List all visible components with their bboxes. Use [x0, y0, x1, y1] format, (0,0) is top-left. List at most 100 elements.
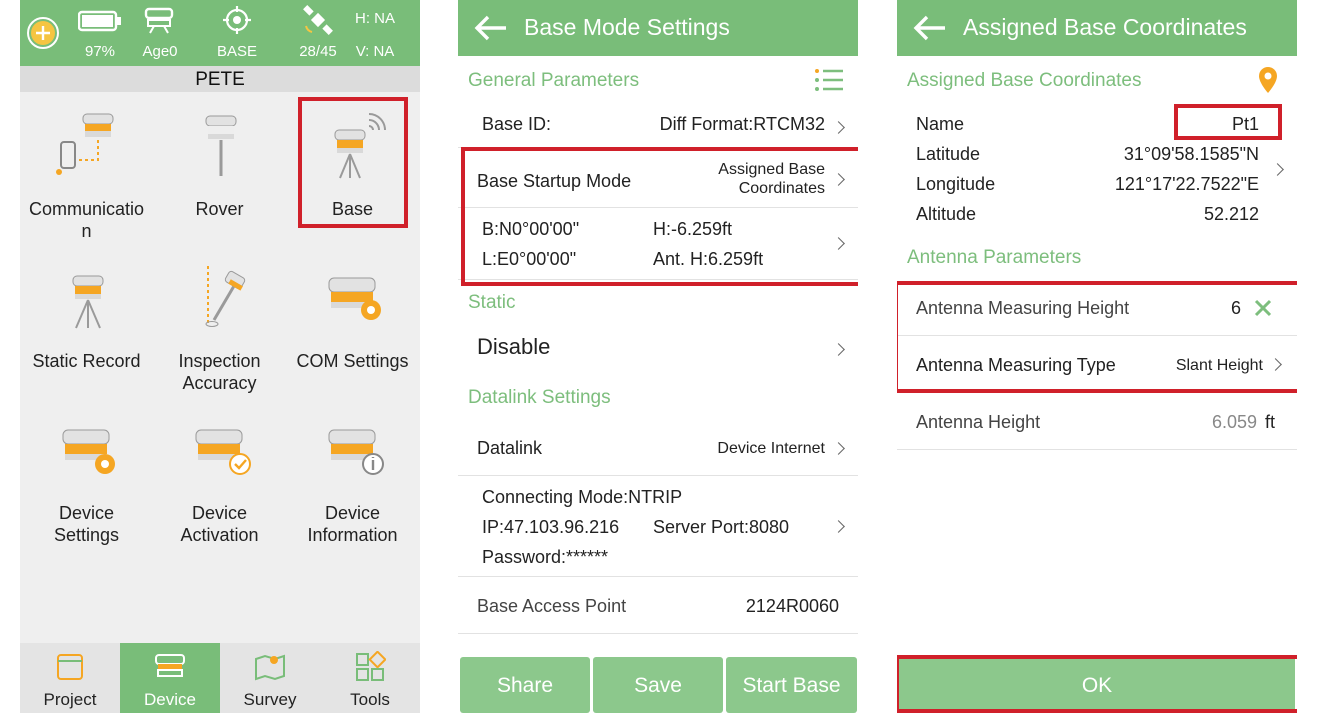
- section-antenna-parameters: Antenna Parameters: [907, 247, 1082, 268]
- com-settings-icon: [328, 277, 381, 320]
- chevron-right-icon: [832, 343, 845, 356]
- tile-communication[interactable]: Communicatio n: [20, 96, 153, 248]
- tile-label: Communicatio n: [28, 199, 145, 241]
- tile-device-settings[interactable]: Device Settings: [20, 400, 153, 552]
- longitude-label: Longitude: [916, 174, 996, 194]
- tile-label: Inspection Accuracy: [178, 351, 261, 393]
- nav-tools[interactable]: Tools: [320, 643, 420, 713]
- datalink-row[interactable]: Datalink Device Internet: [458, 420, 858, 476]
- antenna-measuring-height-row[interactable]: Antenna Measuring Height 6: [897, 280, 1297, 336]
- age-label: Age0: [142, 43, 178, 60]
- tile-base[interactable]: Base: [286, 96, 419, 248]
- server-port-value: Server Port:8080: [653, 517, 790, 537]
- chevron-right-icon: [832, 173, 845, 186]
- base-id-label: Base ID:: [482, 114, 552, 134]
- survey-map-icon: [255, 654, 285, 681]
- section-general-parameters: General Parameters: [468, 70, 640, 91]
- chevron-right-icon: [1271, 163, 1284, 176]
- nav-label: Project: [43, 690, 97, 709]
- altitude-label: Altitude: [916, 204, 977, 224]
- coordinates-block[interactable]: Name Pt1 Latitude 31°09'58.1585"N Longit…: [897, 102, 1297, 232]
- satellite-icon: [303, 5, 333, 35]
- base-access-point-row[interactable]: Base Access Point 2124R0060: [458, 578, 858, 634]
- chevron-right-icon: [1269, 358, 1282, 371]
- antenna-height-label: Antenna Height: [916, 412, 1041, 432]
- tile-label: Base: [331, 199, 374, 219]
- tile-label: Device Settings: [53, 503, 120, 545]
- chevron-right-icon: [832, 121, 845, 134]
- antenna-measuring-type-value: Slant Height: [1175, 357, 1263, 374]
- antenna-height-row: Antenna Height 6.059 ft: [897, 394, 1297, 450]
- status-bar: 97% Age0 BASE 28/45 H: NA V: NA: [20, 0, 420, 66]
- chevron-right-icon: [832, 442, 845, 455]
- base-access-point-label: Base Access Point: [477, 596, 627, 616]
- startup-mode-value-line1: Assigned Base: [718, 161, 825, 178]
- base-access-point-value: 2124R0060: [745, 596, 839, 616]
- gps-target-icon: [223, 6, 251, 34]
- nav-label: Device: [144, 690, 196, 709]
- rover-icon: [205, 115, 237, 176]
- start-base-button[interactable]: Start Base: [726, 657, 857, 713]
- base-coordinates-row[interactable]: B:N0°00'00" L:E0°00'00" H:-6.259ft Ant. …: [458, 208, 858, 280]
- password-value: Password:******: [482, 547, 609, 567]
- clear-x-icon[interactable]: [1253, 298, 1273, 318]
- ok-button[interactable]: OK: [899, 657, 1295, 713]
- tile-label: Rover: [195, 199, 244, 219]
- antenna-height-value: 6.059: [1211, 412, 1257, 432]
- base-icon: [334, 113, 386, 179]
- list-icon[interactable]: [814, 68, 844, 92]
- device-settings-icon: [62, 429, 115, 474]
- add-icon[interactable]: [26, 16, 60, 50]
- name-label: Name: [916, 114, 965, 134]
- base-l-value: L:E0°00'00": [482, 249, 577, 269]
- startup-mode-value-line2: Coordinates: [738, 180, 825, 197]
- connecting-mode-value: Connecting Mode:NTRIP: [482, 487, 683, 507]
- project-icon: [57, 654, 83, 680]
- tile-device-information[interactable]: Device Information: [286, 400, 419, 552]
- device-icon: [155, 654, 185, 677]
- device-information-icon: [328, 429, 384, 475]
- tile-rover[interactable]: Rover: [153, 96, 286, 248]
- device-menu-screen: 97% Age0 BASE 28/45 H: NA V: NA PETE Com…: [20, 0, 420, 713]
- base-id-row[interactable]: Base ID: Diff Format:RTCM32: [458, 100, 858, 148]
- static-record-icon: [72, 275, 104, 329]
- nav-project[interactable]: Project: [20, 643, 120, 713]
- tile-inspection-accuracy[interactable]: Inspection Accuracy: [153, 248, 286, 400]
- name-value: Pt1: [1231, 114, 1259, 134]
- tile-device-activation[interactable]: Device Activation: [153, 400, 286, 552]
- communication-icon: [56, 113, 114, 175]
- page-title: Assigned Base Coordinates: [963, 14, 1247, 40]
- bottom-nav: Project Device Survey Tools: [20, 643, 420, 713]
- tools-grid-icon: [356, 651, 386, 681]
- diff-format-value: Diff Format:RTCM32: [659, 114, 825, 134]
- nav-device[interactable]: Device: [120, 643, 220, 713]
- static-row[interactable]: Disable: [458, 318, 858, 378]
- datalink-value: Device Internet: [717, 440, 825, 457]
- antenna-measuring-height-value[interactable]: 6: [1231, 298, 1241, 319]
- base-startup-mode-label: Base Startup Mode: [477, 171, 632, 191]
- tile-static-record[interactable]: Static Record: [20, 248, 153, 400]
- tile-label: COM Settings: [296, 351, 409, 371]
- back-arrow-icon[interactable]: [913, 14, 947, 42]
- battery-label: 97%: [84, 43, 116, 60]
- tile-com-settings[interactable]: COM Settings: [286, 248, 419, 400]
- antenna-measuring-height-label: Antenna Measuring Height: [916, 298, 1130, 318]
- save-button[interactable]: Save: [593, 657, 723, 713]
- inspection-accuracy-icon: [205, 266, 246, 327]
- chevron-right-icon: [832, 237, 845, 250]
- location-pin-icon[interactable]: [1257, 66, 1279, 94]
- project-name-bar: PETE: [20, 66, 420, 92]
- back-arrow-icon[interactable]: [474, 14, 508, 42]
- base-startup-mode-row[interactable]: Base Startup Mode Assigned Base Coordina…: [458, 150, 858, 208]
- nav-label: Tools: [350, 690, 390, 709]
- page-title: Base Mode Settings: [524, 14, 730, 40]
- share-button[interactable]: Share: [460, 657, 590, 713]
- nav-survey[interactable]: Survey: [220, 643, 320, 713]
- top-bar: Assigned Base Coordinates: [897, 0, 1297, 56]
- assigned-base-coordinates-screen: Assigned Base Coordinates Assigned Base …: [897, 0, 1297, 713]
- base-h-value: H:-6.259ft: [653, 219, 733, 239]
- top-bar: Base Mode Settings: [458, 0, 858, 56]
- antenna-measuring-type-row[interactable]: Antenna Measuring Type Slant Height: [897, 337, 1297, 393]
- tile-label: Static Record: [32, 351, 141, 371]
- ntrip-connection-row[interactable]: Connecting Mode:NTRIP IP:47.103.96.216 S…: [458, 477, 858, 577]
